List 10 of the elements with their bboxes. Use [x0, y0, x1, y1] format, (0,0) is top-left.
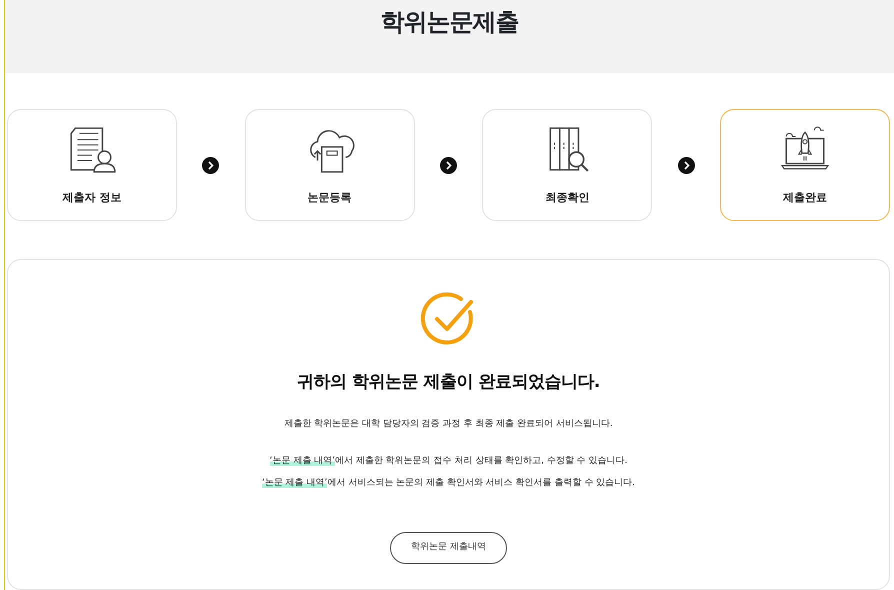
info-text: ‘논문 제출 내역’에서 제출한 학위논문의 접수 처리 상태를 확인하고, 수정할 수 있습니다. [270, 455, 628, 468]
completion-heading: 귀하의 학위논문 제출이 완료되었습니다. [297, 371, 600, 394]
step-label: 제출자 정보 [62, 190, 122, 206]
step-label: 논문등록 [308, 190, 352, 206]
page-title: 학위논문제출 [380, 7, 520, 37]
step-label: 제출완료 [782, 190, 827, 206]
notice-text: 제출한 학위논문은 대학 담당자의 검증 과정 후 최종 제출 완료되어 서비스됩니다. [284, 418, 613, 430]
info-text: ‘논문 제출 내역’에서 서비스되는 논문의 제출 확인서와 서비스 확인서를 출력할 수 있습니다. [262, 476, 636, 490]
submission-history-button[interactable]: 학위논문 제출내역 [390, 532, 507, 564]
step-label: 최종확인 [545, 190, 590, 206]
